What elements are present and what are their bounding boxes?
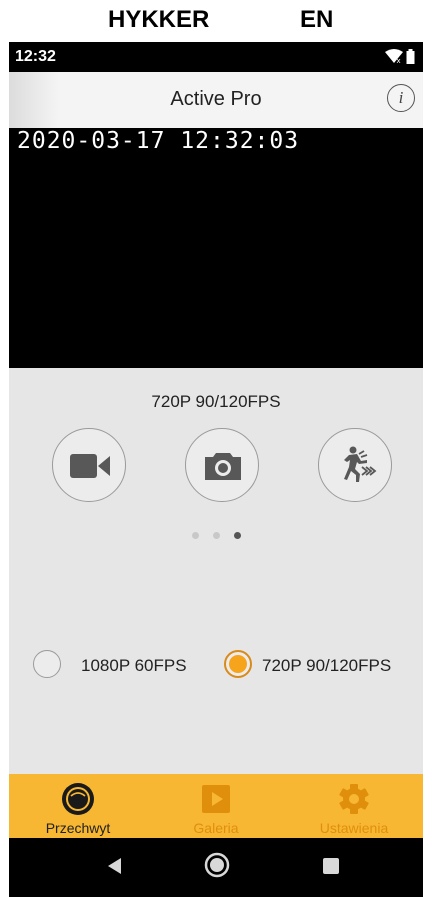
current-mode-label: 720P 90/120FPS [151, 392, 281, 411]
caption-bar: HYKKER EN [0, 0, 432, 40]
svg-text:x: x [397, 57, 401, 64]
language-label: EN [300, 6, 334, 33]
resolution-label-720p[interactable]: 720P 90/120FPS [262, 656, 391, 676]
pager-dot-active[interactable] [233, 532, 241, 539]
pager-dot[interactable] [191, 532, 199, 539]
pager-dot[interactable] [212, 532, 220, 539]
wifi-icon: x [385, 49, 403, 64]
status-bar: 12:32 x [9, 42, 423, 72]
tab-label: Galeria [193, 820, 239, 836]
page-title: Active Pro [170, 88, 262, 110]
brand-label: HYKKER [108, 6, 210, 33]
video-camera-icon [70, 454, 110, 478]
resolution-label-1080p[interactable]: 1080P 60FPS [81, 656, 187, 676]
preview-timestamp: 2020-03-17 12:32:03 [17, 128, 300, 154]
gear-icon [339, 784, 369, 814]
battery-icon [406, 49, 415, 64]
photo-camera-icon [205, 453, 241, 480]
mode-pager [9, 532, 423, 539]
photo-mode-button[interactable] [185, 428, 259, 502]
back-icon[interactable] [105, 854, 123, 878]
recents-icon[interactable] [321, 856, 341, 876]
info-icon[interactable]: i [387, 84, 415, 112]
app-bar: Active Pro i [9, 72, 423, 128]
play-icon [202, 785, 230, 813]
video-mode-button[interactable] [52, 428, 126, 502]
capture-icon [62, 783, 94, 815]
system-nav-bar [9, 838, 423, 897]
tab-label: Przechwyt [45, 820, 111, 836]
home-icon[interactable] [204, 852, 230, 878]
slow-motion-mode-button[interactable] [318, 428, 392, 502]
camera-preview[interactable]: 2020-03-17 12:32:03 [9, 128, 423, 368]
resolution-selector: 1080P 60FPS 720P 90/120FPS [9, 644, 423, 684]
phone-screen: 12:32 x Active Pro i 2020-03-17 12:32:03 [9, 42, 423, 897]
tab-capture[interactable]: Przechwyt [9, 774, 147, 838]
slow-motion-icon [344, 446, 377, 482]
screen: HYKKER EN 12:32 x Active Pro i 2020-03-1… [0, 0, 432, 897]
status-icons: x [385, 49, 415, 64]
capture-panel: 720P 90/120FPS 1080P 60FPS 720P 90/120FP… [9, 368, 423, 774]
tab-settings[interactable]: Ustawienia [285, 774, 423, 838]
bottom-tab-bar: Przechwyt Galeria Ustawienia [9, 774, 423, 838]
tab-gallery[interactable]: Galeria [147, 774, 285, 838]
resolution-radio-1080p[interactable] [33, 650, 61, 678]
status-time: 12:32 [15, 48, 56, 65]
resolution-radio-720p[interactable] [224, 650, 252, 678]
tab-label: Ustawienia [319, 820, 389, 836]
